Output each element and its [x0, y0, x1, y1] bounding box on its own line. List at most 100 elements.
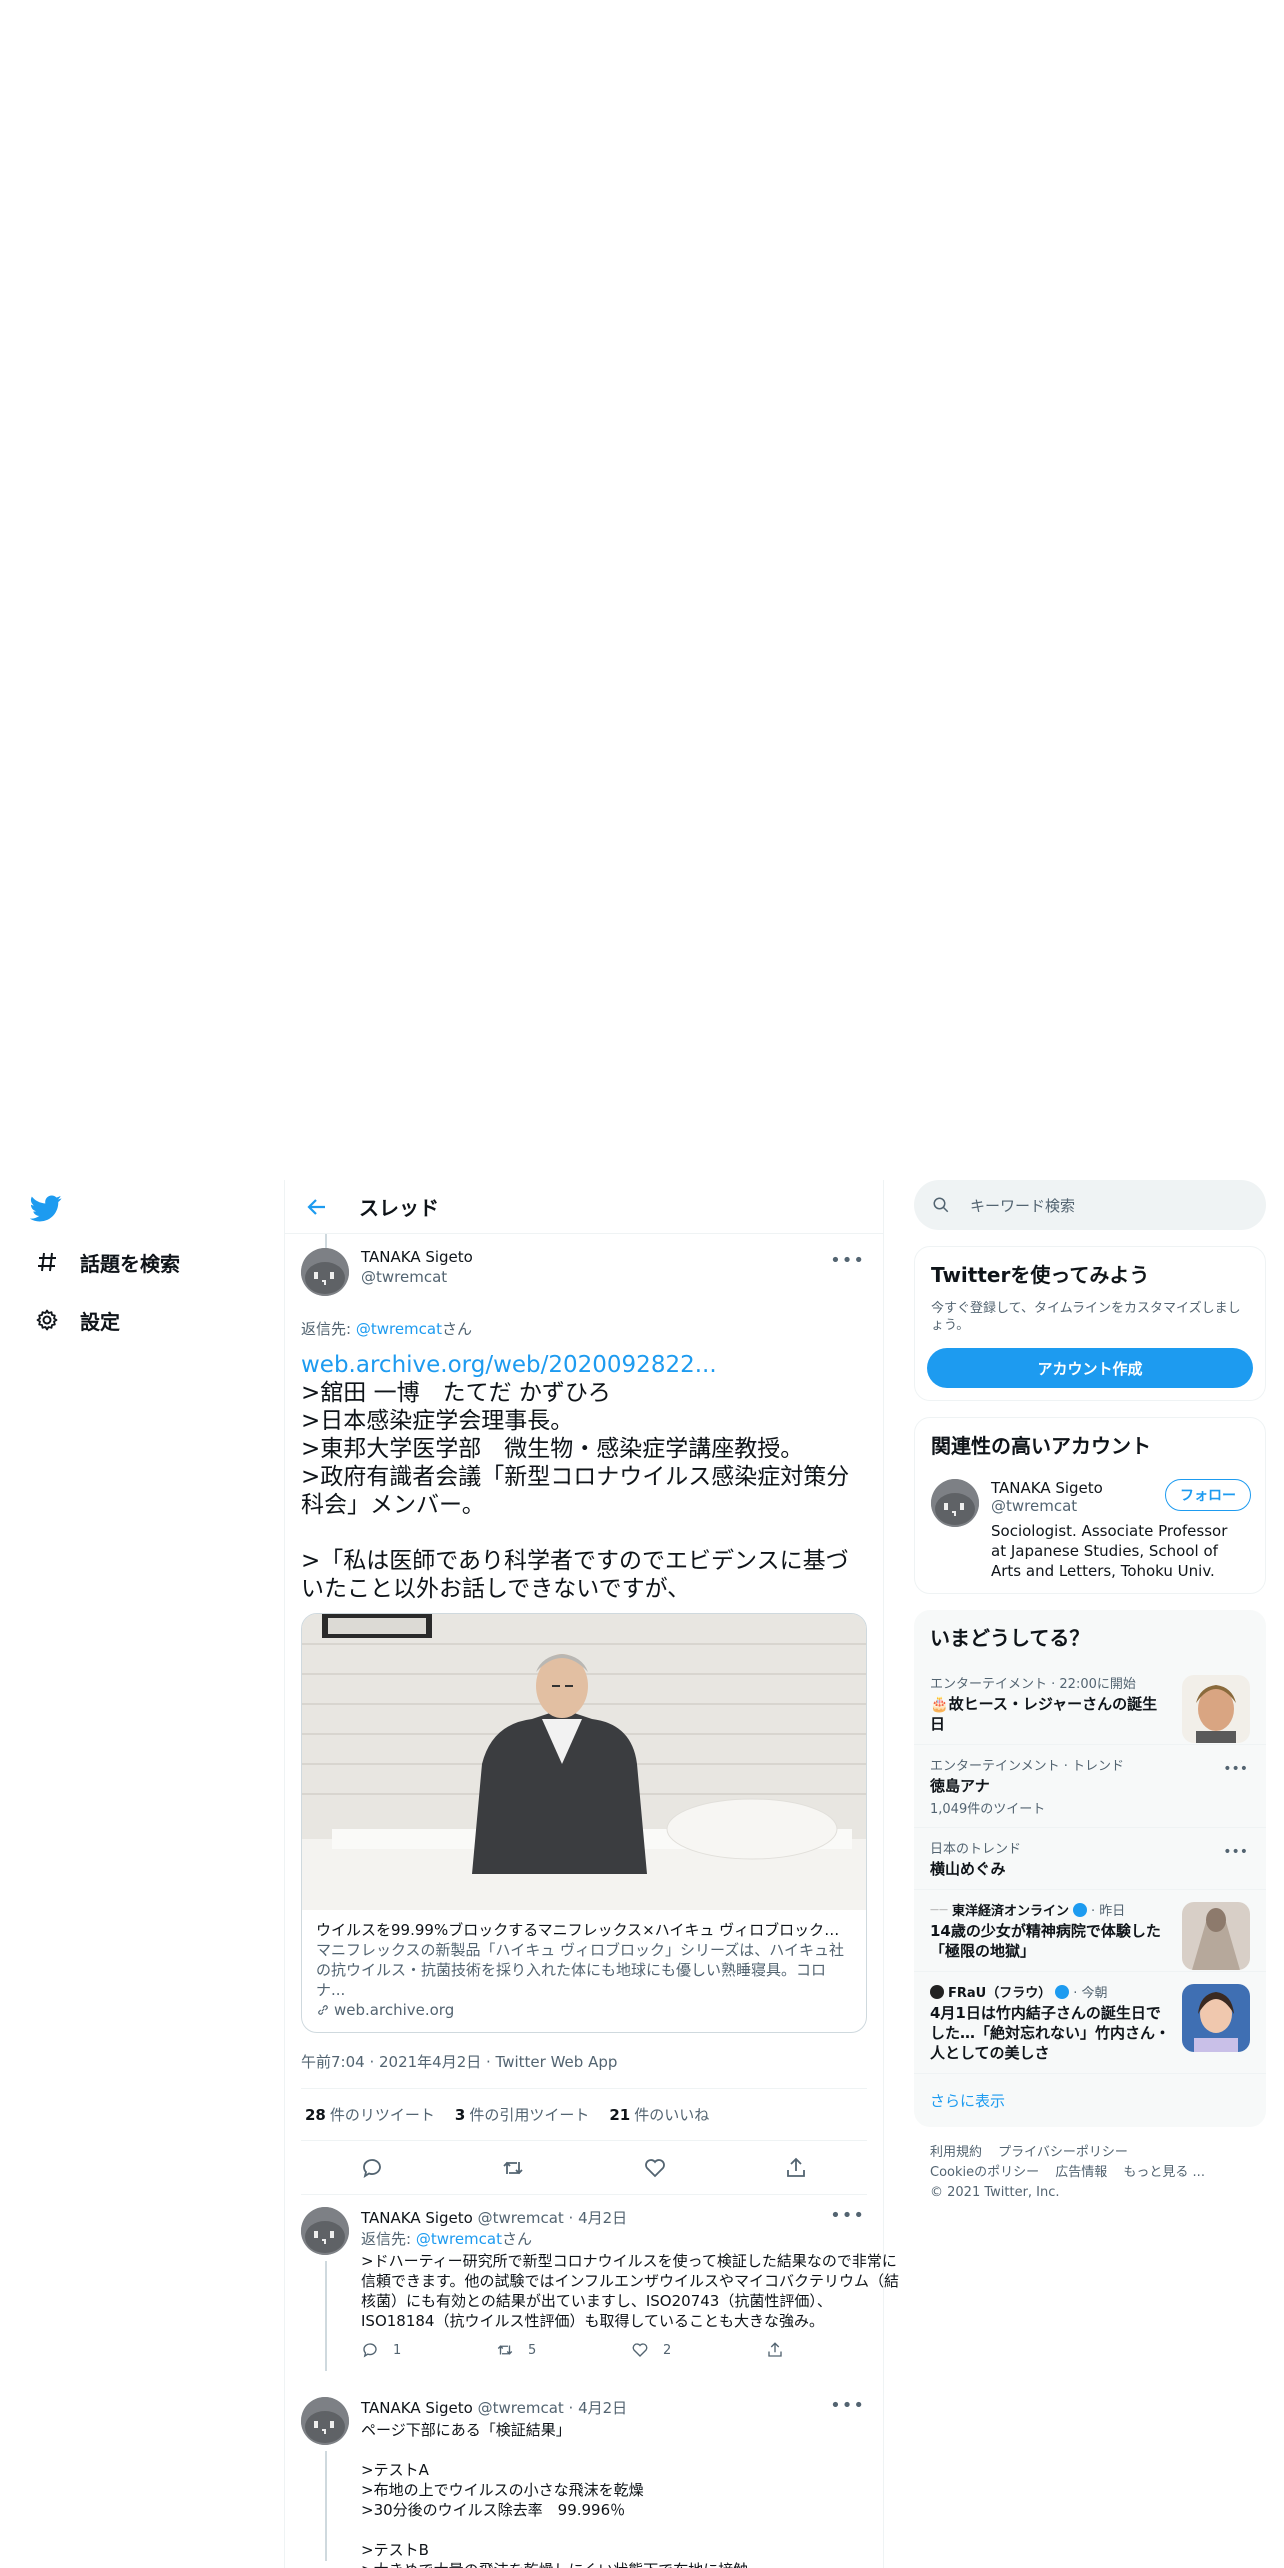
left-navigation: 話題を検索 設定 — [0, 1180, 284, 2568]
footer-link[interactable]: 広告情報 — [1055, 2165, 1107, 2180]
more-options-icon[interactable]: ••• — [830, 1250, 865, 1271]
search-input[interactable]: キーワード検索 — [914, 1180, 1266, 1230]
trend-title: 横山めぐみ — [930, 1860, 1006, 1878]
trend-item[interactable]: エンターテインメント · トレンド 徳島アナ 1,049件のツイート ••• — [914, 1744, 1266, 1827]
related-accounts-box: 関連性の高いアカウント TANAKA Sigeto @twremcat Soci… — [914, 1417, 1266, 1594]
reply-text: >ドハーティー研究所で新型コロナウイルスを使って検証した結果なので非常に信頼でき… — [361, 2252, 900, 2330]
news-title: 4月1日は竹内結子さんの誕生日でした…「絶対忘れない」竹内さん・人としての美しさ — [930, 2004, 1171, 2062]
trend-title: 徳島アナ — [930, 1777, 990, 1795]
reply-author-avatar[interactable] — [301, 2397, 349, 2445]
trend-item[interactable]: 日本のトレンド 横山めぐみ ••• — [914, 1827, 1266, 1889]
tweet-link[interactable]: web.archive.org/web/2020092822... — [301, 1352, 717, 1378]
trends-box: いまどうしてる？ エンターテイメント · 22:00に開始 🎂故ヒース・レジャー… — [914, 1610, 1266, 2127]
page-title: スレッド — [359, 1196, 439, 1220]
news-item[interactable]: FRaU（フラウ） · 今朝 4月1日は竹内結子さんの誕生日でした…「絶対忘れな… — [914, 1971, 1266, 2073]
card-domain: web.archive.org — [316, 2000, 852, 2020]
signup-box: Twitterを使ってみよう 今すぐ登録して、タイムラインをカスタマイズしましょ… — [914, 1246, 1266, 1401]
reply-reply-action[interactable]: 1 — [361, 2341, 496, 2359]
like-icon — [632, 2343, 648, 2357]
retweets-stat[interactable]: 28 件のリツイート — [305, 2104, 435, 2125]
related-avatar[interactable] — [931, 1479, 979, 1527]
thread-header: スレッド — [285, 1180, 883, 1234]
news-thumbnail — [1182, 1902, 1250, 1970]
reply-retweet-action[interactable]: 5 — [496, 2341, 631, 2359]
related-bio: Sociologist. Associate Professor at Japa… — [991, 1522, 1228, 1580]
more-options-icon[interactable]: ••• — [830, 2395, 865, 2416]
reply-to-line: 返信先: @twremcatさん — [361, 2228, 901, 2249]
reply-like-action[interactable]: 2 — [631, 2341, 766, 2359]
nav-settings-label: 設定 — [80, 1309, 120, 1334]
follow-button[interactable]: フォロー — [1165, 1479, 1251, 1511]
news-item[interactable]: —— 東洋経済オンライン · 昨日 14歳の少女が精神病院で体験した「極限の地獄… — [914, 1889, 1266, 1971]
likes-count: 21 — [609, 2106, 631, 2124]
news-time: · 昨日 — [1091, 1904, 1126, 1919]
quotes-stat[interactable]: 3 件の引用ツイート — [455, 2104, 589, 2125]
retweet-count: 5 — [528, 2342, 537, 2358]
footer-link[interactable]: もっと見る ... — [1123, 2165, 1205, 2180]
likes-label: 件のいいね — [634, 2106, 710, 2124]
reply-handle-date[interactable]: @twremcat · 4月2日 — [478, 2209, 628, 2227]
reply-author-name[interactable]: TANAKA Sigeto — [361, 2209, 473, 2227]
share-icon[interactable] — [784, 2156, 808, 2180]
tweet-stats: 28 件のリツイート 3 件の引用ツイート 21 件のいいね — [301, 2089, 867, 2141]
reply-handle-date[interactable]: @twremcat · 4月2日 — [478, 2399, 628, 2417]
show-more-link[interactable]: さらに表示 — [914, 2073, 1266, 2127]
like-icon[interactable] — [643, 2156, 667, 2180]
card-image — [302, 1614, 866, 1910]
create-account-button[interactable]: アカウント作成 — [927, 1348, 1253, 1388]
news-time: · 今朝 — [1073, 1986, 1108, 2001]
quotes-count: 3 — [454, 2106, 466, 2124]
verified-badge-icon — [1055, 1984, 1070, 1999]
author-avatar[interactable] — [301, 1248, 349, 1296]
more-options-icon[interactable]: ••• — [1223, 1844, 1248, 1860]
nav-explore[interactable]: 話題を検索 — [34, 1242, 180, 1282]
copyright: © 2021 Twitter, Inc. — [930, 2185, 1060, 2200]
reply-mention-link[interactable]: @twremcat — [416, 2230, 502, 2248]
more-options-icon[interactable]: ••• — [1223, 1761, 1248, 1777]
reply-to-suffix: さん — [441, 1320, 472, 1338]
author-handle[interactable]: @twremcat — [361, 1268, 473, 1286]
nav-settings[interactable]: 設定 — [34, 1300, 120, 1340]
author-name[interactable]: TANAKA Sigeto — [361, 1248, 473, 1266]
search-placeholder: キーワード検索 — [970, 1196, 1076, 1215]
twitter-logo-icon[interactable] — [30, 1192, 62, 1224]
more-options-icon[interactable]: ••• — [830, 2205, 865, 2226]
reply-icon[interactable] — [360, 2156, 384, 2180]
trend-meta: エンターテインメント · トレンド — [930, 1759, 1125, 1774]
thread-connector-line — [325, 2261, 327, 2371]
link-card[interactable]: ウイルスを99.99%ブロックするマニフレックス×ハイキュ ヴィロブロックの..… — [301, 1613, 867, 2033]
reply-actions: 1 5 2 — [361, 2341, 901, 2359]
reply-author-name[interactable]: TANAKA Sigeto — [361, 2399, 473, 2417]
footer: 利用規約 プライバシーポリシー Cookieのポリシー 広告情報 もっと見る .… — [914, 2127, 1266, 2219]
news-thumbnail — [1182, 1984, 1250, 2052]
reply-tweet[interactable]: TANAKA Sigeto @twremcat · 4月2日 ページ下部にある「… — [285, 2385, 883, 2568]
reply-to-prefix: 返信先: — [301, 1320, 356, 1338]
reply-icon — [363, 2343, 377, 2358]
blank-top-area — [0, 0, 1284, 1180]
news-source-logo-icon — [930, 1984, 944, 1999]
trend-item[interactable]: エンターテイメント · 22:00に開始 🎂故ヒース・レジャーさんの誕生日 — [914, 1663, 1266, 1744]
back-arrow-icon[interactable] — [305, 1195, 329, 1219]
news-source: FRaU（フラウ） — [948, 1986, 1052, 2001]
nav-explore-label: 話題を検索 — [80, 1251, 180, 1276]
trend-thumbnail — [1182, 1675, 1250, 1743]
reply-to-line: 返信先: @twremcatさん — [301, 1318, 867, 1339]
reply-author-avatar[interactable] — [301, 2207, 349, 2255]
reply-mention-link[interactable]: @twremcat — [356, 1320, 442, 1338]
related-account[interactable]: TANAKA Sigeto @twremcat Sociologist. Ass… — [915, 1471, 1265, 1593]
footer-link[interactable]: 利用規約 — [930, 2145, 982, 2160]
footer-link[interactable]: Cookieのポリシー — [930, 2165, 1039, 2180]
tweet-timestamp[interactable]: 午前7:04 · 2021年4月2日 · Twitter Web App — [301, 2051, 867, 2089]
news-title: 14歳の少女が精神病院で体験した「極限の地獄」 — [930, 1922, 1161, 1960]
retweets-label: 件のリツイート — [329, 2106, 435, 2124]
reply-to-prefix: 返信先: — [361, 2230, 416, 2248]
gear-icon — [34, 1307, 60, 1333]
quotes-label: 件の引用ツイート — [469, 2106, 590, 2124]
reply-tweet[interactable]: TANAKA Sigeto @twremcat · 4月2日 返信先: @twr… — [285, 2195, 899, 2371]
likes-stat[interactable]: 21 件のいいね — [609, 2104, 709, 2125]
related-title: 関連性の高いアカウント — [931, 1434, 1151, 1458]
reply-to-suffix: さん — [501, 2230, 532, 2248]
footer-link[interactable]: プライバシーポリシー — [998, 2145, 1128, 2160]
retweet-icon[interactable] — [501, 2156, 525, 2180]
reply-share-action[interactable] — [766, 2341, 901, 2359]
